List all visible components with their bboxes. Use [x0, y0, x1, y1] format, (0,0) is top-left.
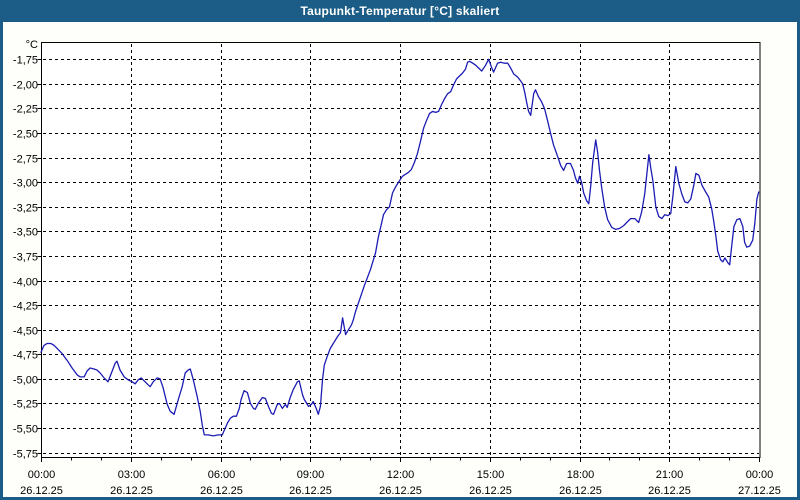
y-tick-label: -5,50: [13, 424, 38, 436]
y-tick-label: -3,75: [13, 252, 38, 264]
y-tick-label: -4,00: [13, 277, 38, 289]
chart-canvas: -1,75 -2,00 -2,25 -2,50 -2,75 -3,00 -3,25 -3,50…: [13, 39, 781, 497]
x-tick-time-label: 15:00: [477, 469, 505, 481]
x-tick-date-label: 26.12.25: [648, 485, 691, 497]
y-tick-label: -2,25: [13, 104, 38, 116]
y-tick-label: -4,50: [13, 326, 38, 338]
x-tick-date-label: 26.12.25: [559, 485, 602, 497]
x-tick-date-label: 26.12.25: [20, 485, 63, 497]
y-tick-label: -3,50: [13, 227, 38, 239]
x-tick-time-label: 21:00: [656, 469, 684, 481]
x-tick-time-label: 09:00: [297, 469, 325, 481]
x-tick-date-label: 26.12.25: [200, 485, 243, 497]
x-tick-time-label: 18:00: [567, 469, 595, 481]
x-tick-time-label: 03:00: [118, 469, 146, 481]
y-tick-label: -4,75: [13, 350, 38, 362]
x-tick-date-label: 26.12.25: [289, 485, 332, 497]
y-tick-label: -2,00: [13, 80, 38, 92]
x-tick-time-label: 00:00: [746, 469, 774, 481]
x-tick-time-label: 12:00: [387, 469, 415, 481]
y-tick-label: -1,75: [13, 55, 38, 67]
x-tick-date-label: 27.12.25: [738, 485, 781, 497]
y-axis-unit-label: °C: [26, 39, 38, 51]
x-tick-date-label: 26.12.25: [110, 485, 153, 497]
x-tick-time-label: 00:00: [28, 469, 56, 481]
app-window: Taupunkt-Temperatur [°C] skaliert -1,75-…: [0, 0, 800, 500]
y-tick-label: -2,75: [13, 154, 38, 166]
y-tick-label: -3,00: [13, 178, 38, 190]
y-tick-label: -4,25: [13, 301, 38, 313]
x-tick-date-label: 26.12.25: [379, 485, 422, 497]
x-tick-date-label: 26.12.25: [469, 485, 512, 497]
y-tick-label: -2,50: [13, 129, 38, 141]
y-tick-label: -5,25: [13, 399, 38, 411]
x-tick-time-label: 06:00: [208, 469, 236, 481]
y-tick-label: -3,25: [13, 203, 38, 215]
y-tick-label: -5,00: [13, 375, 38, 387]
y-tick-label: -5,75: [13, 449, 38, 461]
